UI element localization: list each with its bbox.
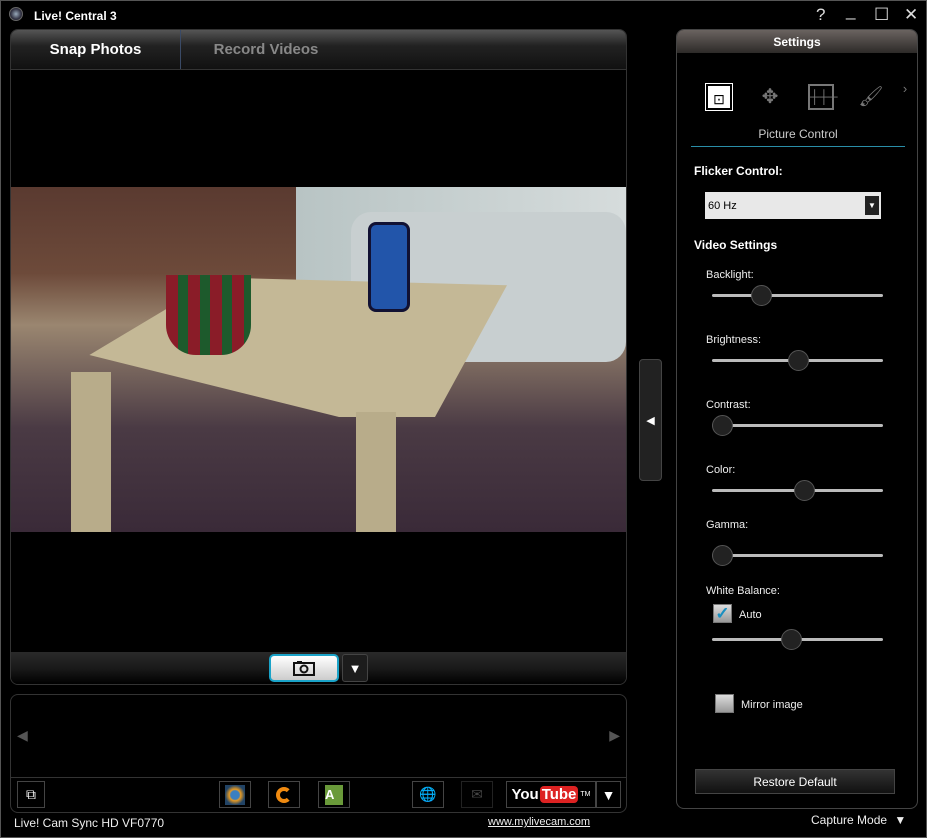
orange-app-icon: [276, 786, 292, 803]
preview-cup: [166, 275, 251, 355]
white-balance-label: White Balance:: [706, 585, 780, 597]
contrast-slider[interactable]: [712, 415, 883, 436]
settings-title: Settings: [677, 30, 917, 53]
pan-tilt-icon[interactable]: ✥: [757, 84, 783, 110]
web-share-button[interactable]: 🌐: [412, 781, 444, 808]
slider-thumb[interactable]: [793, 480, 815, 501]
chevron-down-icon: ▼: [865, 196, 879, 215]
mirror-image-checkbox[interactable]: [715, 694, 734, 713]
chevron-down-icon: ▼: [894, 813, 907, 827]
gallery-panel: ◀ ▶ ⧉ A 🌐 ✉ You Tube TM ▼: [10, 694, 627, 813]
youtube-logo-you: You: [511, 786, 539, 803]
chevron-right-icon[interactable]: ›: [899, 76, 911, 102]
flicker-control-select[interactable]: 60 Hz ▼: [705, 192, 881, 219]
flicker-control-label: Flicker Control:: [694, 164, 783, 178]
capture-toolbar: ▼: [11, 652, 626, 684]
capture-mode-label: Capture Mode: [811, 813, 888, 827]
help-button[interactable]: ?: [816, 5, 825, 25]
website-link[interactable]: www.mylivecam.com: [488, 816, 590, 828]
backlight-label: Backlight:: [706, 269, 754, 281]
slider-thumb[interactable]: [712, 415, 733, 436]
preview-table-leg: [356, 412, 396, 532]
slider-track: [712, 554, 883, 557]
close-button[interactable]: ✕: [904, 5, 918, 25]
contrast-label: Contrast:: [706, 399, 751, 411]
tab-record-videos[interactable]: Record Videos: [181, 30, 351, 69]
slider-thumb[interactable]: [787, 350, 809, 371]
youtube-dropdown[interactable]: ▼: [596, 781, 621, 808]
gallery-prev-button[interactable]: ◀: [17, 727, 28, 744]
youtube-logo-tm: TM: [580, 791, 591, 798]
maximize-button[interactable]: ☐: [874, 5, 889, 25]
youtube-button[interactable]: You Tube TM: [506, 781, 596, 808]
slider-track: [712, 424, 883, 427]
window-title: Live! Central 3: [34, 9, 117, 23]
preview-table: [89, 277, 507, 417]
gallery-next-button[interactable]: ▶: [609, 727, 620, 744]
preview-phone: [368, 222, 410, 312]
effects-app-icon: A: [325, 784, 343, 805]
brightness-slider[interactable]: [712, 350, 883, 371]
slider-thumb[interactable]: [751, 285, 773, 306]
slider-thumb[interactable]: [712, 545, 733, 566]
app-logo-icon: [9, 7, 23, 21]
gallery-toolbar: ⧉ A 🌐 ✉ You Tube TM ▼: [11, 777, 626, 812]
equalizer-icon[interactable]: ┼┼┼: [808, 84, 838, 110]
white-balance-auto-checkbox[interactable]: ✓: [713, 604, 732, 623]
color-slider[interactable]: [712, 480, 883, 501]
device-name: Live! Cam Sync HD VF0770: [14, 816, 165, 830]
restore-default-button[interactable]: Restore Default: [695, 769, 895, 794]
brightness-label: Brightness:: [706, 334, 762, 346]
preview-table-leg: [71, 372, 111, 532]
mirror-image-label: Mirror image: [741, 699, 803, 711]
video-settings-heading: Video Settings: [694, 238, 778, 252]
flicker-value: 60 Hz: [708, 200, 737, 212]
globe-icon: 🌐: [419, 786, 437, 802]
tab-snap-photos[interactable]: Snap Photos: [11, 30, 181, 69]
email-button[interactable]: ✉: [461, 781, 493, 808]
youtube-logo-tube: Tube: [539, 786, 579, 803]
color-label: Color:: [706, 464, 736, 476]
webcam-app-button[interactable]: [219, 781, 251, 808]
orange-app-button[interactable]: [268, 781, 300, 808]
section-title: Picture Control: [691, 127, 905, 147]
settings-panel: Settings ⊡ ✥ ┼┼┼ 🖌 › Picture Control Fli…: [676, 29, 918, 809]
effects-app-button[interactable]: A: [318, 781, 350, 808]
white-balance-slider[interactable]: [712, 629, 883, 650]
capture-options-dropdown[interactable]: ▼: [342, 654, 368, 682]
app-window: Live! Central 3 ? _ ☐ ✕ Snap Photos Reco…: [0, 0, 927, 838]
snap-photo-button[interactable]: [269, 654, 339, 682]
white-balance-auto-label: Auto: [739, 609, 762, 621]
slider-track: [712, 294, 883, 297]
title-bar: Live! Central 3 ? _ ☐ ✕: [1, 1, 927, 29]
open-folder-button[interactable]: ⧉: [17, 781, 45, 808]
tab-bar: Snap Photos Record Videos: [11, 30, 626, 70]
gamma-label: Gamma:: [706, 519, 749, 531]
collapse-settings-button[interactable]: ◀: [639, 359, 662, 481]
check-icon: ✓: [715, 604, 730, 623]
camera-icon: [293, 661, 315, 676]
webcam-icon: [225, 784, 245, 805]
copy-icon: ⧉: [26, 786, 36, 802]
backlight-slider[interactable]: [712, 285, 883, 306]
capture-mode-dropdown[interactable]: Capture Mode ▼: [811, 813, 906, 827]
minimize-button[interactable]: _: [846, 1, 855, 21]
camera-preview: [11, 187, 626, 532]
brush-icon[interactable]: 🖌: [858, 84, 884, 110]
gamma-slider[interactable]: [712, 545, 883, 566]
mail-icon: ✉: [471, 786, 483, 802]
slider-thumb[interactable]: [781, 629, 803, 650]
capture-panel: Snap Photos Record Videos ▼: [10, 29, 627, 685]
picture-control-icon[interactable]: ⊡: [705, 83, 733, 111]
